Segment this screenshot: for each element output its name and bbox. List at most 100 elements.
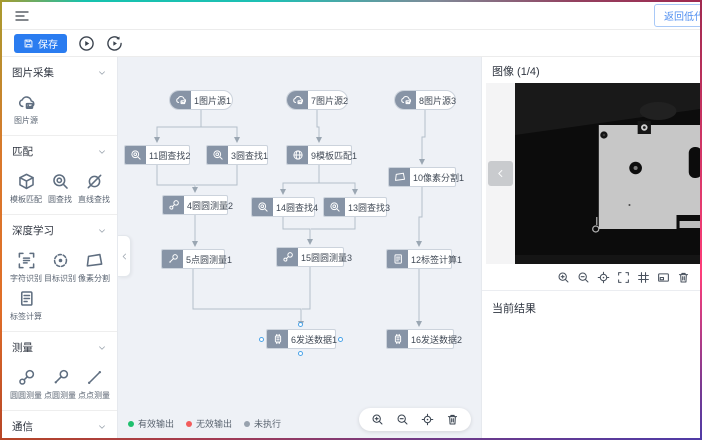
- tool-item-template-match[interactable]: 模板匹配: [9, 172, 43, 205]
- tool-label: 圆圆测量: [10, 390, 42, 401]
- run-once-button[interactable]: [106, 35, 123, 52]
- node-point-circle-measure-1[interactable]: 5点圆测量1: [161, 249, 225, 269]
- tool-label: 模板匹配: [10, 194, 42, 205]
- section-title: 深度学习: [12, 223, 54, 238]
- measure-pc-icon: [51, 368, 70, 387]
- node-send-data-2[interactable]: 16发送数据2: [386, 329, 454, 349]
- node-circle-circle-measure-2[interactable]: 4圆圆测量2: [162, 195, 228, 215]
- sidebar-collapse-handle[interactable]: [118, 235, 131, 277]
- tool-item-circle-circle-measure[interactable]: 圆圆测量: [9, 368, 43, 401]
- tool-item-circle-find[interactable]: 圆查找: [43, 172, 77, 205]
- node-label: 4圆圆测量2: [184, 196, 236, 214]
- save-label: 保存: [38, 36, 58, 51]
- section-matching: 匹配 模板匹配 圆查找 直: [2, 136, 117, 215]
- chevron-down-icon: [97, 68, 107, 78]
- tool-item-line-find[interactable]: 直线查找: [77, 172, 111, 205]
- section-measurement: 测量 圆圆测量 点圆测量: [2, 332, 117, 411]
- circle-find-icon: [207, 146, 228, 164]
- circle-find-icon: [324, 198, 345, 216]
- tool-item-target-detect[interactable]: 目标识别: [43, 251, 77, 284]
- node-circle-find-1[interactable]: 3圆查找1: [206, 145, 268, 165]
- tool-label: 点圆测量: [44, 390, 76, 401]
- tool-label: 像素分割: [78, 273, 110, 284]
- save-button[interactable]: 保存: [14, 34, 67, 53]
- connection-handle[interactable]: [298, 322, 303, 327]
- locate-icon[interactable]: [597, 271, 610, 284]
- previous-image-button[interactable]: [488, 161, 513, 186]
- circle-find-icon: [252, 198, 273, 216]
- cloud-image-icon: [17, 93, 36, 112]
- run-button[interactable]: [78, 35, 95, 52]
- section-title: 测量: [12, 340, 33, 355]
- tool-item-point-point-measure[interactable]: 点点测量: [77, 368, 111, 401]
- connection-handle[interactable]: [298, 351, 303, 356]
- flow-canvas[interactable]: 1图片源1 7图片源2 8图片源3 11圆查找2 3圆查找1: [118, 57, 481, 438]
- section-title: 匹配: [12, 144, 33, 159]
- node-label: 13圆查找3: [345, 198, 393, 216]
- measure-cc-icon: [277, 248, 298, 266]
- ocr-icon: [17, 251, 36, 270]
- app-window: 返回低代 保存 图片采集: [0, 0, 702, 440]
- zoom-out-icon[interactable]: [577, 271, 590, 284]
- back-to-lowcode-button[interactable]: 返回低代: [654, 4, 700, 27]
- tool-item-image-source[interactable]: 图片源: [9, 93, 43, 126]
- node-label: 3圆查找1: [228, 146, 271, 164]
- node-send-data-1[interactable]: 6发送数据1: [266, 329, 336, 349]
- section-header[interactable]: 匹配: [2, 136, 117, 163]
- tool-item-pixel-segment[interactable]: 像素分割: [77, 251, 111, 284]
- section-header[interactable]: 通信: [2, 411, 117, 438]
- canvas-zoom-toolbar: [359, 408, 471, 431]
- tool-label: 点点测量: [78, 390, 110, 401]
- fit-image-icon[interactable]: [657, 271, 670, 284]
- zoom-in-icon[interactable]: [371, 413, 384, 426]
- section-header[interactable]: 图片采集: [2, 57, 117, 84]
- node-circle-circle-measure-3[interactable]: 15圆圆测量3: [276, 247, 344, 267]
- cloud-image-icon: [287, 91, 308, 109]
- label-calc-icon: [17, 289, 36, 308]
- node-label: 10像素分割1: [410, 168, 467, 186]
- locate-icon[interactable]: [421, 413, 434, 426]
- node-template-match-1[interactable]: 9模板匹配1: [286, 145, 352, 165]
- image-nav-strip: [486, 83, 515, 264]
- fullscreen-icon[interactable]: [617, 271, 630, 284]
- zoom-in-icon[interactable]: [557, 271, 570, 284]
- legend-label: 有效输出: [138, 417, 174, 430]
- legend-label: 无效输出: [196, 417, 232, 430]
- tool-item-ocr[interactable]: 字符识别: [9, 251, 43, 284]
- menu-icon[interactable]: [14, 8, 30, 24]
- connection-handle[interactable]: [338, 337, 343, 342]
- globe-icon: [287, 146, 308, 164]
- section-header[interactable]: 测量: [2, 332, 117, 359]
- node-label: 14圆查找4: [273, 198, 321, 216]
- node-image-source-2[interactable]: 7图片源2: [286, 90, 348, 110]
- zoom-out-icon[interactable]: [396, 413, 409, 426]
- top-header: 返回低代: [2, 2, 700, 30]
- tool-item-label-calc[interactable]: 标签计算: [9, 289, 43, 322]
- node-label-calc-1[interactable]: 12标签计算1: [386, 249, 452, 269]
- node-circle-find-2[interactable]: 11圆查找2: [124, 145, 190, 165]
- node-image-source-1[interactable]: 1图片源1: [169, 90, 233, 110]
- node-label: 11圆查找2: [146, 146, 193, 164]
- protocol-icon: [387, 330, 408, 348]
- section-header[interactable]: 深度学习: [2, 215, 117, 242]
- invalid-output-dot: [186, 421, 192, 427]
- tool-label: 字符识别: [10, 273, 42, 284]
- valid-output-dot: [128, 421, 134, 427]
- measure-pp-icon: [85, 368, 104, 387]
- connection-handle[interactable]: [259, 337, 264, 342]
- grid-icon[interactable]: [637, 271, 650, 284]
- node-pixel-segment-1[interactable]: 10像素分割1: [388, 167, 456, 187]
- preview-image[interactable]: [515, 83, 700, 264]
- protocol-icon: [267, 330, 288, 348]
- node-image-source-3[interactable]: 8图片源3: [394, 90, 456, 110]
- image-panel-title: 图像 (1/4): [482, 57, 700, 83]
- status-legend: 有效输出 无效输出 未执行: [128, 417, 281, 430]
- trash-icon[interactable]: [677, 271, 690, 284]
- tool-item-point-circle-measure[interactable]: 点圆测量: [43, 368, 77, 401]
- node-circle-find-4[interactable]: 14圆查找4: [251, 197, 315, 217]
- node-circle-find-3[interactable]: 13圆查找3: [323, 197, 387, 217]
- node-label: 5点圆测量1: [183, 250, 235, 268]
- section-communication: 通信: [2, 411, 117, 438]
- chevron-down-icon: [97, 147, 107, 157]
- trash-icon[interactable]: [446, 413, 459, 426]
